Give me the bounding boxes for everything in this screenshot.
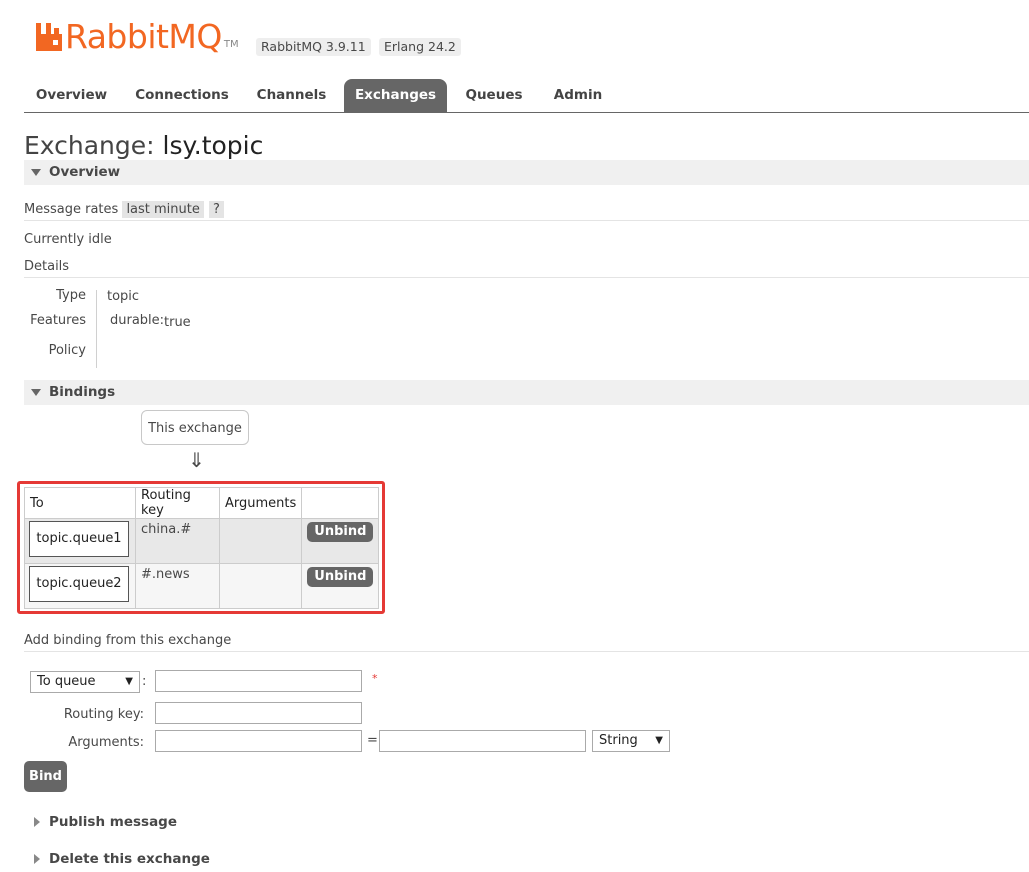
divider [24, 651, 1029, 652]
collapse-triangle-icon [31, 389, 41, 396]
feature-value: true [164, 315, 191, 330]
destination-type-value: To queue [37, 674, 96, 689]
table-row: topic.queue1 china.# Unbind [24, 518, 380, 564]
bind-button[interactable]: Bind [24, 761, 67, 792]
tab-admin[interactable]: Admin [542, 79, 614, 112]
page-title-prefix: Exchange: [24, 131, 155, 160]
col-arguments: Arguments [218, 487, 303, 519]
arguments-value [220, 519, 301, 525]
destination-colon: : [142, 674, 147, 689]
page-title: Exchange: lsy.topic [24, 130, 263, 162]
policy-label: Policy [48, 343, 86, 358]
this-exchange-box: This exchange [141, 410, 249, 445]
delete-exchange-label: Delete this exchange [49, 851, 210, 867]
delete-exchange-toggle[interactable]: Delete this exchange [24, 850, 324, 870]
overview-section-toggle[interactable]: Overview [24, 160, 1029, 185]
arguments-value [220, 564, 301, 570]
argument-type-select[interactable]: String ▼ [592, 730, 670, 752]
rabbitmq-logo[interactable]: RabbitMQ TM [35, 19, 239, 55]
details-divider [96, 290, 97, 368]
bindings-table: To Routing key Arguments topic.queue1 ch… [24, 487, 380, 609]
down-arrow-icon: ⇓ [188, 448, 205, 472]
col-actions [301, 487, 380, 519]
destination-type-select[interactable]: To queue ▼ [30, 671, 140, 693]
tab-exchanges[interactable]: Exchanges [344, 79, 447, 112]
status-text: Currently idle [24, 232, 112, 247]
argument-value-input[interactable] [379, 730, 586, 752]
unbind-button[interactable]: Unbind [307, 522, 374, 542]
required-marker: * [372, 672, 378, 685]
logo-wordmark: RabbitMQ [65, 17, 222, 56]
tab-connections[interactable]: Connections [127, 79, 237, 112]
erlang-version-badge: Erlang 24.2 [379, 38, 461, 56]
dropdown-caret-icon: ▼ [125, 676, 133, 687]
dropdown-caret-icon: ▼ [655, 735, 663, 746]
help-button[interactable]: ? [209, 201, 224, 218]
destination-name-input[interactable] [155, 670, 362, 692]
table-row: topic.queue2 #.news Unbind [24, 563, 380, 609]
feature-key: durable: [110, 313, 165, 328]
expand-triangle-icon [34, 854, 40, 864]
queue-link[interactable]: topic.queue2 [29, 566, 129, 602]
exchange-name: lsy.topic [162, 131, 264, 160]
rabbitmq-version-badge: RabbitMQ 3.9.11 [256, 38, 371, 56]
bindings-section-toggle[interactable]: Bindings [24, 380, 1029, 405]
message-rates-label: Message rates [24, 202, 119, 217]
queue-link[interactable]: topic.queue1 [29, 521, 129, 557]
argument-key-input[interactable] [155, 730, 362, 752]
rabbitmq-logo-icon [36, 23, 62, 51]
bindings-section-label: Bindings [49, 384, 116, 400]
publish-message-toggle[interactable]: Publish message [24, 813, 324, 833]
arguments-label: Arguments: [68, 735, 144, 750]
publish-message-label: Publish message [49, 814, 177, 830]
rate-period-selector[interactable]: last minute [122, 201, 204, 218]
table-header-row: To Routing key Arguments [24, 487, 380, 519]
routing-key-value: china.# [141, 522, 192, 537]
details-heading: Details [24, 259, 70, 274]
expand-triangle-icon [34, 817, 40, 827]
divider [24, 277, 1029, 278]
message-rates-row: Message rates last minute ? [24, 201, 224, 219]
type-label: Type [56, 288, 86, 303]
add-binding-heading: Add binding from this exchange [24, 633, 232, 648]
argument-type-value: String [599, 733, 638, 748]
routing-key-input[interactable] [155, 702, 362, 724]
col-routing-key: Routing key [135, 487, 220, 519]
type-value: topic [107, 289, 140, 304]
routing-key-label: Routing key: [63, 707, 144, 722]
routing-key-value: #.news [141, 567, 190, 582]
logo-trademark: TM [223, 38, 239, 50]
tab-overview[interactable]: Overview [24, 79, 119, 112]
tab-channels[interactable]: Channels [246, 79, 337, 112]
overview-section-label: Overview [49, 164, 121, 180]
tab-queues[interactable]: Queues [454, 79, 534, 112]
unbind-button[interactable]: Unbind [307, 567, 374, 587]
equals-sign: = [367, 733, 378, 748]
collapse-triangle-icon [31, 169, 41, 176]
divider [24, 220, 1029, 221]
main-nav: Overview Connections Channels Exchanges … [24, 79, 1029, 113]
features-label: Features [30, 313, 86, 328]
col-to: To [24, 487, 136, 519]
